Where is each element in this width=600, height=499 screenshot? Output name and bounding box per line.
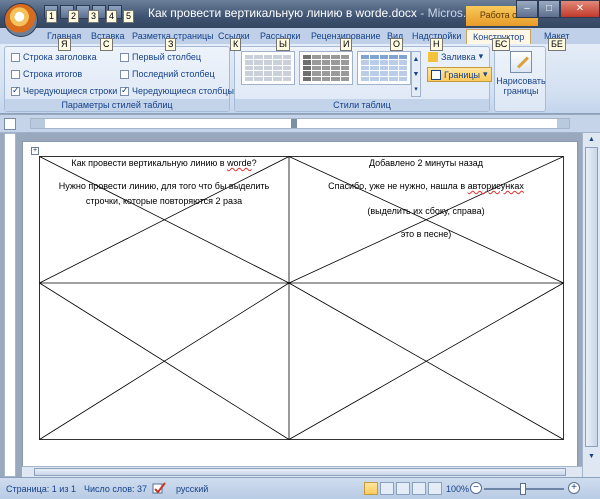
checkbox-box[interactable] [120,52,129,62]
table-move-handle[interactable]: + [31,147,39,155]
keytip: 2 [68,10,80,23]
draft-view-icon[interactable] [428,482,442,495]
draw-table-label: Нарисовать границы [496,76,546,96]
tab-selector[interactable] [4,118,16,130]
cell-1-line-2: Нужно провести линию, для того что бы вы… [58,181,270,191]
language-indicator[interactable]: русский [176,484,208,494]
checkbox-label: Строка итогов [23,69,83,79]
web-layout-view-icon[interactable] [396,482,410,495]
spelling-error-word: авторисунках [467,181,524,191]
cell-1-line-1: Как провести вертикальную линию в worde? [71,158,257,168]
cell-2-line-3: (выделить их сбоку, справа) [367,206,485,216]
office-button[interactable] [4,3,38,37]
keytip: Ы [276,38,290,51]
keytip: БЕ [548,38,566,51]
table-style-gallery [241,51,411,85]
hscroll-thumb[interactable] [34,468,566,476]
checkbox-box[interactable] [11,52,20,62]
window-title: Как провести вертикальную линию в worde.… [148,6,473,20]
group-label: Стили таблиц [235,99,489,111]
cell-2-line-1: Добавлено 2 минуты назад [368,158,483,168]
draw-table-button[interactable]: Нарисовать границы [496,51,546,96]
borders-icon [431,69,441,80]
cell-2-line-2: Спасибо, уже не нужно, нашла в авторисун… [328,181,524,191]
checkbox-first-column[interactable]: Первый столбец [120,52,201,62]
keytip: Я [58,38,71,51]
checkbox-header-row[interactable]: Строка заголовка [11,52,97,62]
ribbon: Строка заголовка Строка итогов Чередующи… [0,44,600,114]
maximize-button[interactable]: □ [538,0,560,18]
zoom-level[interactable]: 100% [446,484,469,494]
checkbox-total-row[interactable]: Строка итогов [11,69,82,79]
group-table-style-options: Строка заголовка Строка итогов Чередующи… [4,46,234,112]
checkbox-box[interactable] [11,69,20,79]
table-style-blue[interactable] [357,51,411,85]
scroll-down-icon[interactable]: ▼ [585,451,598,462]
cell-2-line-4: это в песне) [400,229,452,239]
group-label: Параметры стилей таблиц [5,99,229,111]
close-button[interactable]: ✕ [560,0,600,18]
scroll-thumb[interactable] [585,147,598,447]
app-name: - Micros... [416,6,473,20]
zoom-slider-knob[interactable] [520,483,526,495]
checkbox-label: Первый столбец [132,52,202,62]
page-count[interactable]: Страница: 1 из 1 [6,484,76,494]
vertical-ruler [4,133,16,477]
horizontal-scrollbar[interactable] [22,466,582,477]
checkbox-last-column[interactable]: Последний столбец [120,69,215,79]
paint-bucket-icon [428,51,438,62]
horizontal-ruler [0,115,600,133]
checkbox-box[interactable] [11,85,20,96]
table-style-plain[interactable] [241,51,295,85]
minimize-button[interactable]: – [516,0,538,18]
gallery-scroll-buttons[interactable]: ▲ ▼ ▾ [411,51,421,97]
keytip: И [340,38,353,51]
checkbox-box[interactable] [120,85,129,96]
checkbox-label: Последний столбец [132,69,215,79]
pencil-icon [510,51,532,73]
checkbox-label: Строка заголовка [23,52,97,62]
window-controls: – □ ✕ [516,0,600,18]
checkbox-banded-columns[interactable]: Чередующиеся столбцы [120,85,234,96]
print-layout-view-icon[interactable] [364,482,378,495]
group-table-styles: ▲ ▼ ▾ Заливка ▾ Границы ▾ Стили таблиц [234,46,492,112]
keytip: 5 [123,10,135,23]
table-style-shaded[interactable] [299,51,353,85]
keytip: 3 [88,10,100,23]
checkbox-banded-rows[interactable]: Чередующиеся строки [11,85,118,96]
document-area: + Как провести вертикальную линию в word… [0,133,582,477]
keytip: Н [430,38,443,51]
keytip: О [390,38,404,51]
proofing-icon[interactable] [152,482,166,495]
shading-button[interactable]: Заливка ▾ [428,51,483,62]
column-marker[interactable] [291,119,297,128]
checkbox-label: Чередующиеся столбцы [132,86,234,96]
keytip: К [230,38,242,51]
zoom-out-icon[interactable]: − [470,482,482,494]
document-name: Как провести вертикальную линию в worde.… [148,6,417,20]
cell-1-line-3: строчки, которые повторяются 2 раза [85,196,243,206]
checkbox-label: Чередующиеся строки [23,86,118,96]
scroll-up-icon[interactable]: ▲ [585,134,598,145]
keytip: З [165,38,177,51]
vertical-scrollbar[interactable]: ▲ ▼ [582,133,600,477]
spelling-error-word: worde [227,158,252,168]
borders-label: Границы [444,69,480,80]
word-count[interactable]: Число слов: 37 [84,484,147,494]
keytip: 1 [46,10,58,23]
shading-label: Заливка [441,51,476,62]
outline-view-icon[interactable] [412,482,426,495]
checkbox-box[interactable] [120,69,129,79]
ruler-bar[interactable] [30,118,570,129]
keytip: 4 [106,10,118,23]
keytip: С [100,38,113,51]
zoom-in-icon[interactable]: + [568,482,580,494]
group-draw-borders: Нарисовать границы [494,46,546,112]
status-bar: Страница: 1 из 1 Число слов: 37 русский … [0,477,600,499]
keytip: БС [492,38,511,51]
full-screen-reading-view-icon[interactable] [380,482,394,495]
borders-button[interactable]: Границы ▾ [427,67,492,82]
